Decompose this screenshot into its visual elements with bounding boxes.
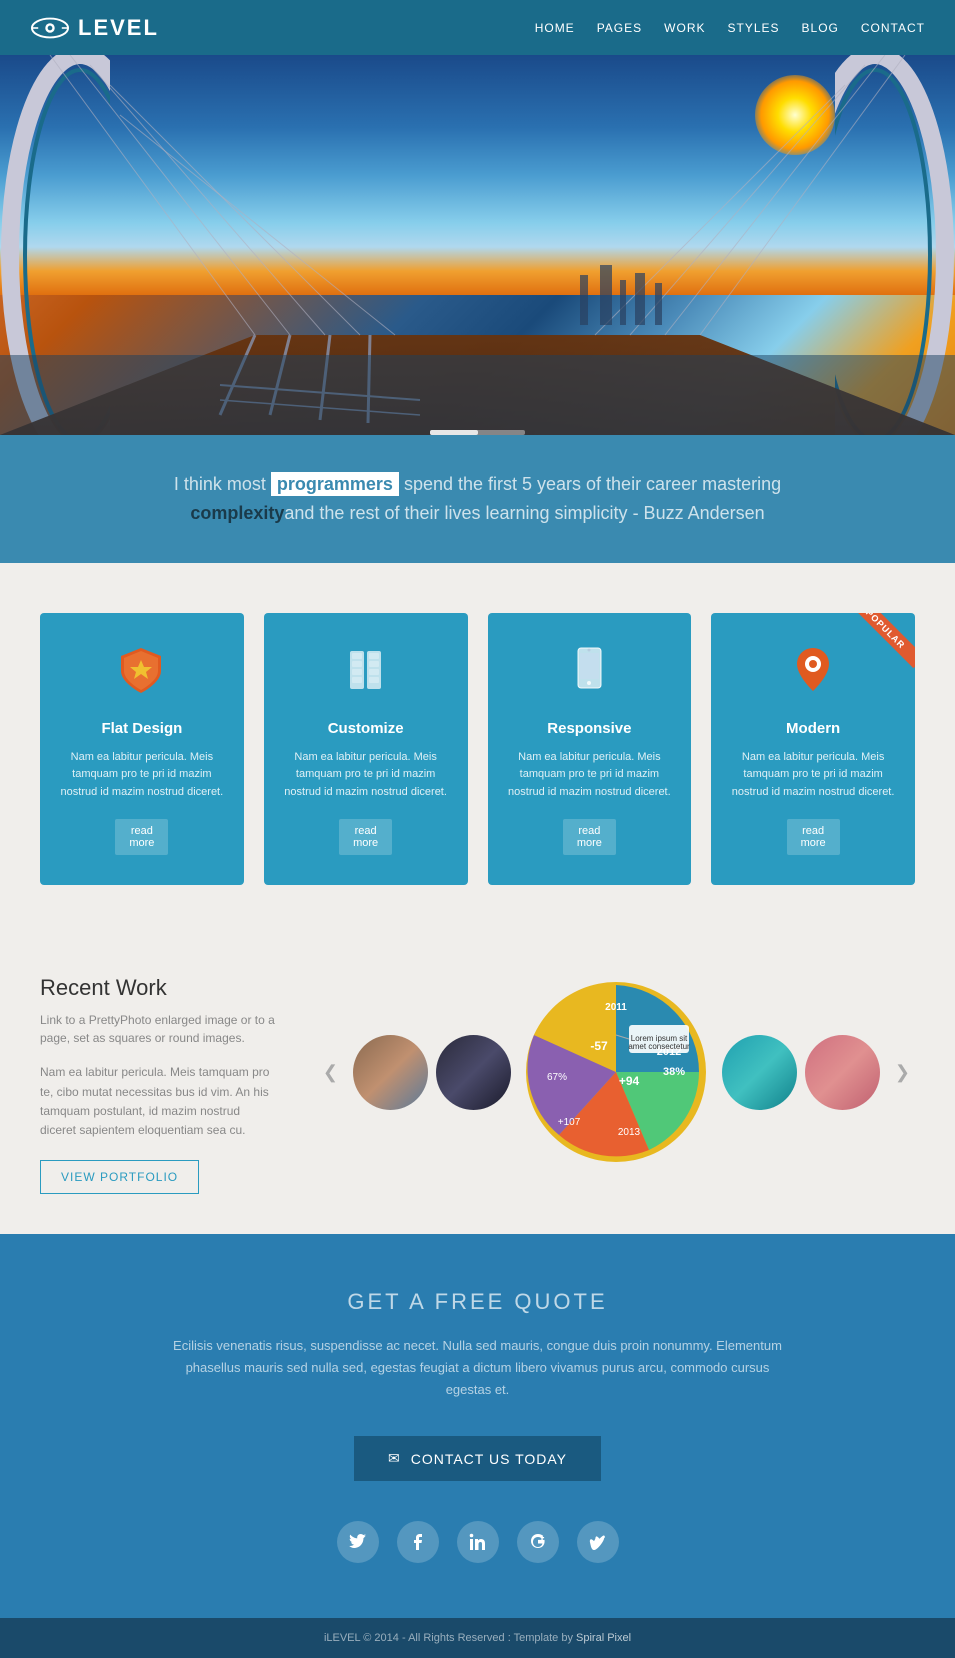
svg-text:2011: 2011 (605, 1002, 627, 1013)
vimeo-icon[interactable] (577, 1521, 619, 1563)
main-nav: HOME PAGES WORK STYLES BLOG CONTACT (535, 21, 925, 35)
read-more-responsive[interactable]: readmore (563, 819, 616, 855)
feature-card-customize: Customize Nam ea labitur pericula. Meis … (264, 613, 468, 886)
cta-title: GET A FREE QUOTE (40, 1289, 915, 1315)
nav-blog[interactable]: BLOG (802, 21, 839, 35)
logo-text: LEVEL (78, 15, 159, 41)
feature-card-responsive: Responsive Nam ea labitur pericula. Meis… (488, 613, 692, 886)
logo: LEVEL (30, 15, 159, 41)
svg-text:+107: +107 (558, 1117, 581, 1128)
svg-text:2013: 2013 (618, 1127, 641, 1138)
quote-highlight: programmers (271, 472, 399, 496)
linkedin-icon[interactable] (457, 1521, 499, 1563)
mobile-icon (508, 643, 672, 708)
footer: iLEVEL © 2014 - All Rights Reserved : Te… (0, 1618, 955, 1658)
facebook-icon[interactable] (397, 1521, 439, 1563)
footer-link[interactable]: Spiral Pixel (576, 1632, 631, 1644)
feature-title-customize: Customize (284, 720, 448, 737)
work-subtitle: Link to a PrettyPhoto enlarged image or … (40, 1011, 278, 1047)
read-more-customize[interactable]: readmore (339, 819, 392, 855)
svg-text:amet consectetur: amet consectetur (628, 1042, 690, 1051)
features-section: Flat Design Nam ea labitur pericula. Mei… (0, 563, 955, 936)
carousel-next[interactable]: ❯ (890, 1057, 915, 1088)
carousel-prev[interactable]: ❮ (318, 1057, 343, 1088)
recent-work-section: Recent Work Link to a PrettyPhoto enlarg… (0, 935, 955, 1234)
view-portfolio-button[interactable]: VIEW PORTFOLIO (40, 1160, 199, 1194)
feature-desc-flat-design: Nam ea labitur pericula. Meis tamquam pr… (60, 749, 224, 802)
map-pin-icon (731, 643, 895, 708)
feature-desc-modern: Nam ea labitur pericula. Meis tamquam pr… (731, 749, 895, 802)
portfolio-chart: 2011 2012 38% 2013 +107 67% -57 +94 Lore… (519, 975, 714, 1170)
read-more-flat-design[interactable]: readmore (115, 819, 168, 855)
work-carousel: ❮ 2011 2012 38% 201 (318, 975, 915, 1170)
feature-desc-customize: Nam ea labitur pericula. Meis tamquam pr… (284, 749, 448, 802)
nav-work[interactable]: WORK (664, 21, 705, 35)
hero-section (0, 55, 955, 435)
portfolio-thumb-3[interactable] (722, 1035, 797, 1110)
feature-title-flat-design: Flat Design (60, 720, 224, 737)
portfolio-thumb-4[interactable] (805, 1035, 880, 1110)
feature-card-flat-design: Flat Design Nam ea labitur pericula. Mei… (40, 613, 244, 886)
googleplus-icon[interactable] (517, 1521, 559, 1563)
svg-text:+94: +94 (619, 1074, 640, 1088)
shield-icon (60, 643, 224, 708)
work-title: Recent Work (40, 975, 278, 1001)
svg-text:67%: 67% (547, 1072, 567, 1083)
read-more-modern[interactable]: readmore (787, 819, 840, 855)
contact-us-today-button[interactable]: ✉ CONTACT US TODAY (354, 1436, 601, 1481)
logo-eye-icon (30, 17, 70, 39)
work-desc: Nam ea labitur pericula. Meis tamquam pr… (40, 1063, 278, 1140)
header: LEVEL HOME PAGES WORK STYLES BLOG CONTAC… (0, 0, 955, 55)
portfolio-thumb-2[interactable] (436, 1035, 511, 1110)
twitter-icon[interactable] (337, 1521, 379, 1563)
svg-text:-57: -57 (590, 1039, 608, 1053)
nav-styles[interactable]: STYLES (728, 21, 780, 35)
feature-card-modern: POPULAR Modern Nam ea labitur pericula. … (711, 613, 915, 886)
social-icons (40, 1521, 915, 1563)
server-icon (284, 643, 448, 708)
work-text: Recent Work Link to a PrettyPhoto enlarg… (40, 975, 278, 1194)
footer-text: iLEVEL © 2014 - All Rights Reserved : Te… (324, 1632, 576, 1644)
portfolio-thumb-1[interactable] (353, 1035, 428, 1110)
features-grid: Flat Design Nam ea labitur pericula. Mei… (40, 613, 915, 886)
nav-pages[interactable]: PAGES (597, 21, 642, 35)
feature-desc-responsive: Nam ea labitur pericula. Meis tamquam pr… (508, 749, 672, 802)
feature-title-modern: Modern (731, 720, 895, 737)
svg-text:38%: 38% (663, 1066, 685, 1078)
hero-sun (755, 75, 835, 155)
feature-title-responsive: Responsive (508, 720, 672, 737)
quote-section: I think most programmers spend the first… (0, 435, 955, 563)
quote-text: I think most programmers spend the first… (80, 470, 875, 528)
envelope-icon: ✉ (388, 1450, 401, 1467)
nav-home[interactable]: HOME (535, 21, 575, 35)
cta-section: GET A FREE QUOTE Ecilisis venenatis risu… (0, 1234, 955, 1618)
cta-desc: Ecilisis venenatis risus, suspendisse ac… (168, 1335, 788, 1401)
nav-contact[interactable]: CONTACT (861, 21, 925, 35)
carousel-images: 2011 2012 38% 2013 +107 67% -57 +94 Lore… (353, 975, 880, 1170)
